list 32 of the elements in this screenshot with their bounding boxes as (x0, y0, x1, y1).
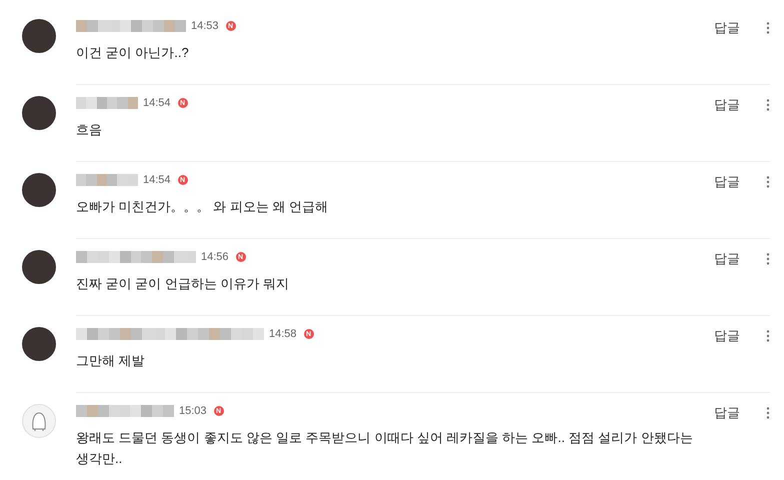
blurred-username-drawing (76, 174, 138, 186)
comment-text: 그만해 제발 (76, 352, 146, 370)
comment-text: 오빠가 미친건가。。。 와 피오는 왜 언급해 (76, 198, 330, 216)
avatar-photo-placeholder (22, 250, 56, 284)
comment-time: 14:54 (143, 96, 171, 111)
avatar-photo-placeholder (22, 19, 56, 53)
blurred-username-drawing (76, 97, 138, 109)
default-avatar-icon (22, 404, 56, 438)
reply-button[interactable]: 답글 (714, 18, 740, 36)
reply-button[interactable]: 답글 (714, 403, 740, 421)
more-options-icon[interactable] (766, 176, 770, 188)
more-options-icon[interactable] (766, 253, 770, 265)
more-options-icon[interactable] (766, 407, 770, 419)
comment-text: 진짜 굳이 굳이 언급하는 이유가 뭐지 (76, 275, 290, 293)
comment-time: 14:54 (143, 172, 171, 188)
comment-time: 15:03 (179, 404, 207, 419)
comment-text: 왕래도 드물던 동생이 좋지도 않은 일로 주목받으니 이때다 싶어 레카질을 하는 오빠.. 점점 설리가 안됐다는 생각만.. (76, 429, 694, 468)
avatar-photo-placeholder (22, 173, 56, 207)
more-options-icon[interactable] (766, 330, 770, 342)
more-options-icon[interactable] (766, 22, 770, 34)
avatar-photo-placeholder (22, 96, 56, 130)
avatar-photo-placeholder (22, 327, 56, 361)
comment-time: 14:53 (191, 18, 219, 34)
more-options-icon[interactable] (766, 99, 770, 111)
comment-time: 14:58 (269, 326, 297, 342)
reply-button[interactable]: 답글 (714, 172, 740, 190)
reply-button[interactable]: 답글 (714, 95, 740, 113)
comment-time: 14:56 (201, 250, 229, 265)
reply-button[interactable]: 답글 (714, 326, 740, 344)
comment-text: 흐음 (76, 121, 103, 139)
comment-text: 이건 굳이 아닌가..? (76, 44, 190, 62)
reply-button[interactable]: 답글 (714, 249, 740, 267)
